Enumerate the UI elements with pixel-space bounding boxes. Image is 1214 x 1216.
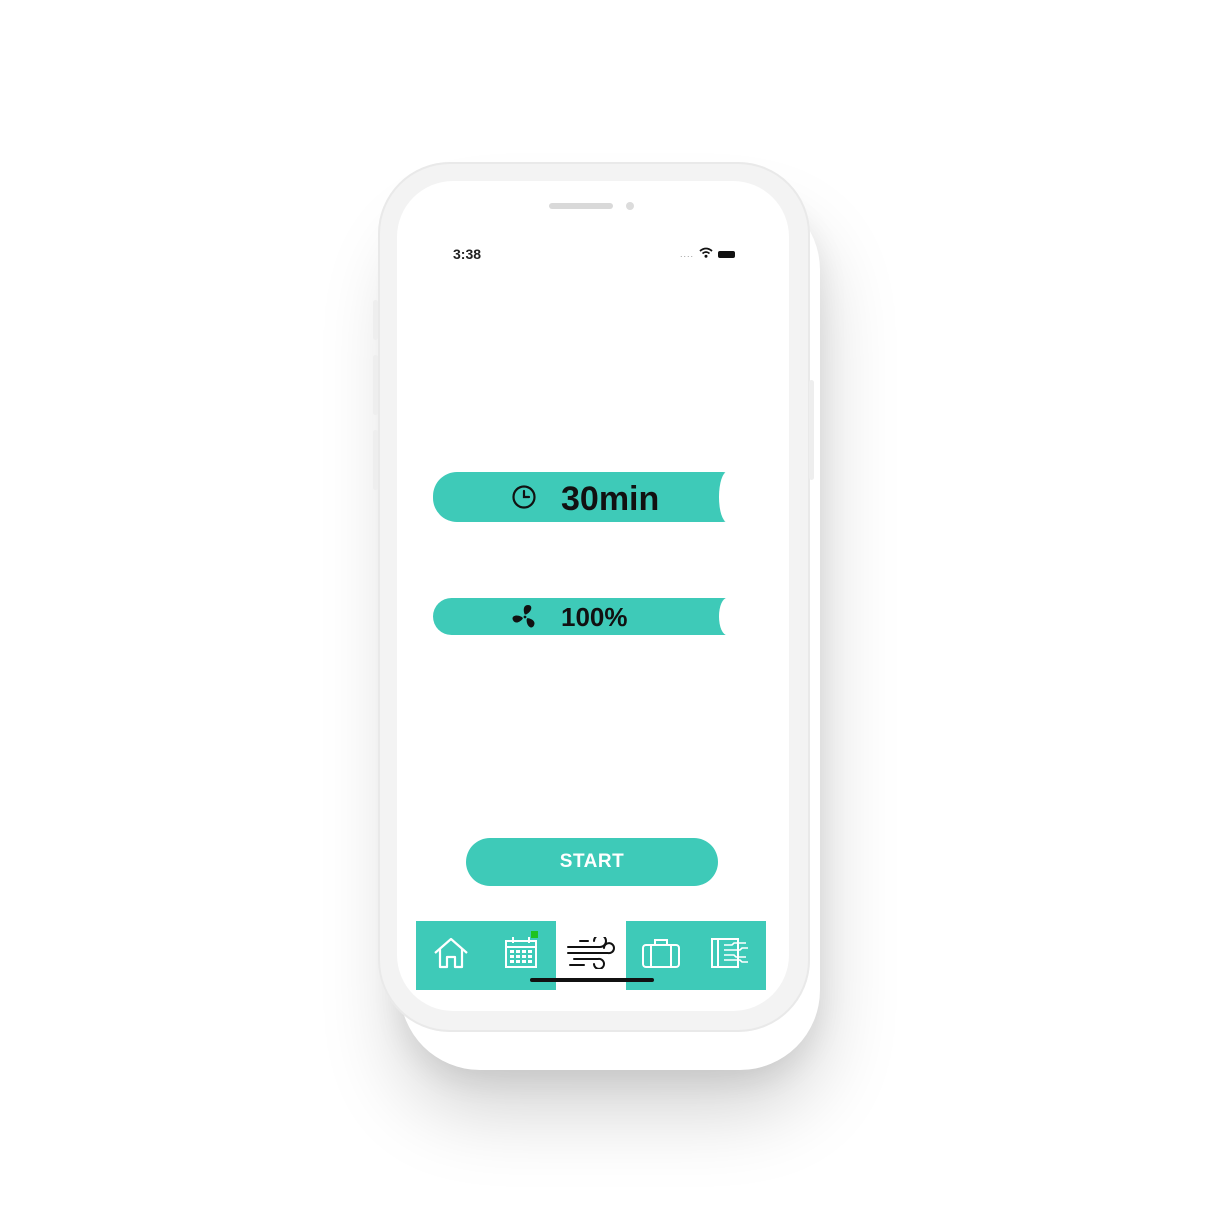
speaker — [549, 203, 613, 209]
timer-value: 30min — [561, 480, 660, 518]
home-indicator — [530, 978, 654, 982]
start-button[interactable]: START — [466, 838, 718, 886]
wind-icon — [566, 934, 616, 974]
volume-button — [373, 300, 378, 340]
settings-panel-icon — [710, 937, 752, 974]
wifi-icon — [699, 245, 713, 263]
camera — [626, 202, 634, 210]
suitcase-icon — [641, 937, 681, 974]
power-button — [809, 380, 814, 480]
tab-home[interactable] — [416, 921, 486, 990]
home-icon — [432, 936, 470, 975]
screen — [397, 181, 789, 1011]
fan-icon — [511, 603, 539, 631]
stage: 3:38 .... 30min 100% START — [0, 0, 1214, 1216]
volume-button — [373, 430, 378, 490]
status-time: 3:38 — [453, 246, 482, 262]
tab-settings[interactable] — [696, 921, 766, 990]
clock-icon — [511, 484, 537, 510]
fan-speed-control[interactable]: 100% — [433, 598, 735, 635]
pill-notch — [719, 472, 735, 522]
volume-button — [373, 355, 378, 415]
fan-speed-value: 100% — [561, 602, 628, 632]
calendar-icon — [503, 936, 539, 975]
battery-icon — [718, 250, 736, 258]
timer-control[interactable]: 30min — [433, 472, 735, 522]
pill-notch — [719, 598, 735, 635]
status-icons: .... — [680, 245, 736, 263]
signal-icon: .... — [680, 249, 695, 259]
notification-badge — [531, 931, 538, 938]
